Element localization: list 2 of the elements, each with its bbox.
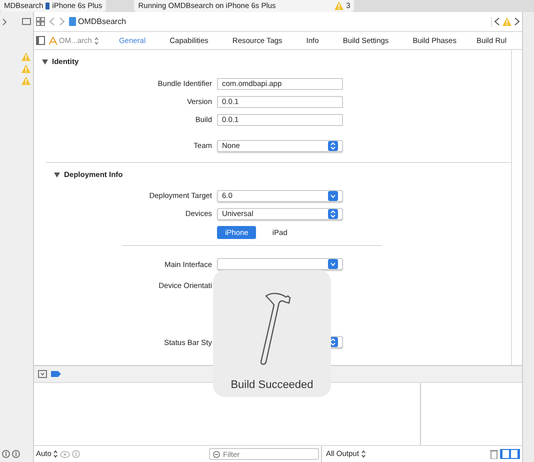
hud-message: Build Succeeded <box>230 378 314 392</box>
file-name[interactable]: OMDBsearch <box>78 16 126 28</box>
